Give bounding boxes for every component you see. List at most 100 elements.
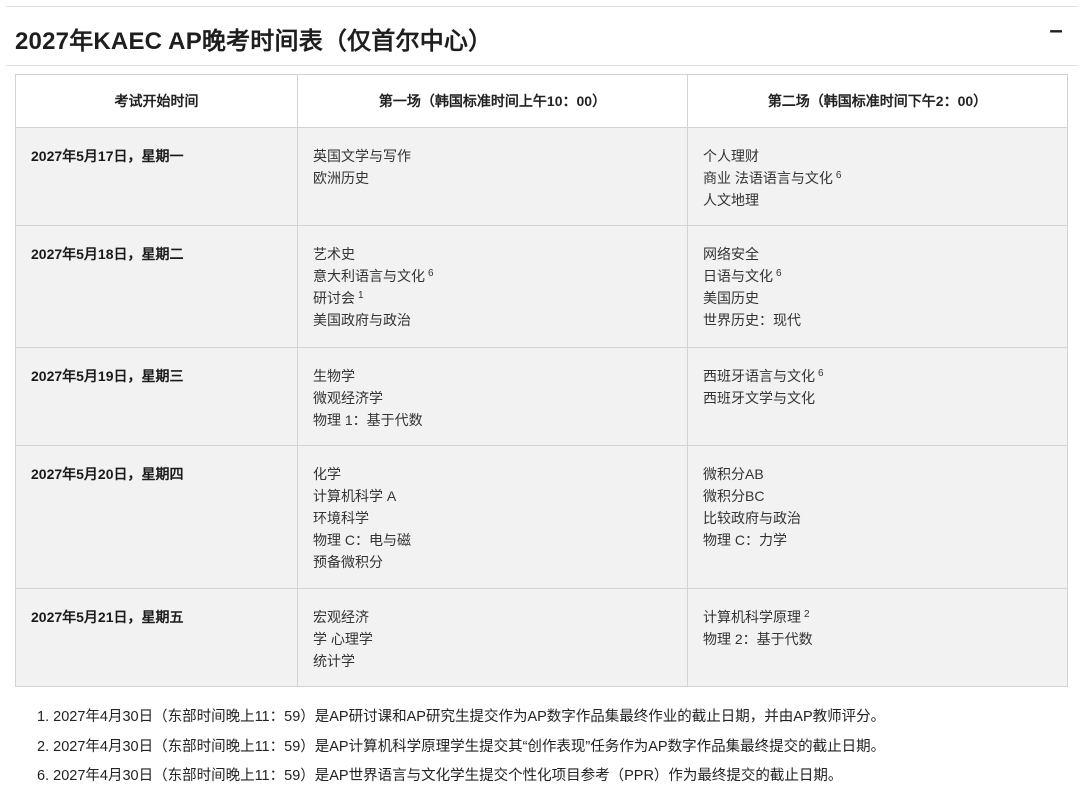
course-item: 学 心理学: [313, 628, 672, 650]
course-item: 美国政府与政治: [313, 309, 672, 331]
footnote-reference[interactable]: 6: [776, 268, 782, 279]
course-name: 比较政府与政治: [703, 510, 801, 526]
footnote-item: 1. 2027年4月30日（东部时间晚上11：59）是AP研讨课和AP研究生提交…: [37, 706, 885, 736]
session-1-cell: 艺术史 意大利语言与文化 6 研讨会 1 美国政府与政治: [297, 225, 688, 348]
footnote-number: 2.: [37, 738, 50, 755]
course-item: 研讨会 1: [313, 287, 672, 309]
course-name: 英国文学与写作: [313, 148, 411, 164]
page-title: 2027年KAEC AP晚考时间表（仅首尔中心）: [15, 28, 493, 55]
course-item: 比较政府与政治: [703, 507, 1052, 529]
footnote-number: 6.: [37, 768, 50, 784]
collapse-toggle-button[interactable]: –: [1046, 17, 1066, 45]
course-name: 日语与文化: [703, 268, 773, 284]
course-name: 物理 C：电与磁: [313, 532, 411, 548]
table-header-row: 考试开始时间 第一场（韩国标准时间上午10：00） 第二场（韩国标准时间下午2：…: [15, 74, 1068, 128]
course-name: 欧洲历史: [313, 170, 369, 186]
course-item: 生物学: [313, 365, 672, 387]
course-name: 预备微积分: [313, 554, 383, 570]
course-item: 微观经济学: [313, 387, 672, 409]
footnote-reference[interactable]: 6: [428, 268, 434, 279]
session-2-cell: 计算机科学原理 2 物理 2：基于代数: [687, 588, 1068, 687]
course-name: 个人理财: [703, 148, 759, 164]
session-2-cell: 网络安全日语与文化 6 美国历史世界历史：现代: [687, 225, 1068, 348]
course-name: 环境科学: [313, 510, 369, 526]
course-name: 世界历史：现代: [703, 312, 801, 328]
course-name: 西班牙语言与文化: [703, 368, 815, 384]
course-item: 网络安全: [703, 243, 1052, 265]
session-1-cell: 英国文学与写作 欧洲历史: [297, 127, 688, 226]
footnote-reference[interactable]: 1: [358, 290, 364, 301]
course-name: 研讨会: [313, 290, 355, 306]
course-name: 生物学: [313, 368, 355, 384]
course-name: 美国历史: [703, 290, 759, 306]
footnote-text: 2027年4月30日（东部时间晚上11：59）是AP计算机科学原理学生提交其“创…: [53, 738, 886, 755]
course-item: 微积分AB: [703, 463, 1052, 485]
exam-date-cell: 2027年5月19日，星期三: [15, 347, 298, 446]
course-name: 意大利语言与文化: [313, 268, 425, 284]
session-1-cell: 化学计算机科学 A 环境科学物理 C：电与磁 预备微积分: [297, 445, 688, 589]
course-name: 商业 法语语言与文化: [703, 170, 833, 186]
table-row: 2027年5月20日，星期四 化学 计算机科学 A 环境科学 物理 C：电与磁 预备微积分…: [15, 445, 1068, 589]
course-item: 人文地理: [703, 189, 1052, 211]
footnote-text: 2027年4月30日（东部时间晚上11：59）是AP研讨课和AP研究生提交作为A…: [53, 709, 886, 725]
table-row: 2027年5月19日，星期三 生物学 微观经济学 物理 1：基于代数 西班牙语言与文化 6…: [15, 347, 1068, 446]
column-header-session-1: 第一场（韩国标准时间上午10：00）: [297, 74, 688, 128]
footnotes-list: 1. 2027年4月30日（东部时间晚上11：59）是AP研讨课和AP研究生提交…: [37, 706, 885, 795]
footnote-item: 2. 2027年4月30日（东部时间晚上11：59）是AP计算机科学原理学生提交…: [37, 736, 885, 766]
footnote-reference[interactable]: 2: [804, 609, 810, 620]
course-item: 英国文学与写作: [313, 145, 672, 167]
session-1-cell: 宏观经济学 心理学统计学: [297, 588, 688, 687]
course-name: 化学: [313, 466, 341, 482]
course-item: 商业 法语语言与文化 6: [703, 167, 1052, 189]
course-item: 物理 1：基于代数: [313, 409, 672, 431]
course-item: 计算机科学原理 2: [703, 606, 1052, 628]
table-row: 2027年5月21日，星期五 宏观经济学 心理学 统计学 计算机科学原理 2 物理 2：基…: [15, 588, 1068, 687]
course-name: 艺术史: [313, 246, 355, 262]
course-item: 计算机科学 A: [313, 485, 672, 507]
course-name: 物理 C：力学: [703, 532, 787, 548]
session-2-cell: 个人理财商业 法语语言与文化 6 人文地理: [687, 127, 1068, 226]
course-item: 宏观经济: [313, 606, 672, 628]
course-name: 宏观经济: [313, 609, 369, 625]
course-name: 西班牙文学与文化: [703, 390, 815, 406]
course-item: 环境科学: [313, 507, 672, 529]
exam-date-cell: 2027年5月17日，星期一: [15, 127, 298, 226]
course-name: 学 心理学: [313, 631, 373, 647]
column-header-start-time: 考试开始时间: [15, 74, 298, 128]
course-item: 物理 C：电与磁: [313, 529, 672, 551]
course-item: 美国历史: [703, 287, 1052, 309]
session-2-cell: 西班牙语言与文化 6 西班牙文学与文化: [687, 347, 1068, 446]
course-name: 人文地理: [703, 192, 759, 208]
course-item: 日语与文化 6: [703, 265, 1052, 287]
course-item: 意大利语言与文化 6: [313, 265, 672, 287]
course-item: 化学: [313, 463, 672, 485]
course-item: 微积分BC: [703, 485, 1052, 507]
session-1-cell: 生物学微观经济学物理 1：基于代数: [297, 347, 688, 446]
course-item: 物理 C：力学: [703, 529, 1052, 551]
course-item: 欧洲历史: [313, 167, 672, 189]
exam-schedule-table: 考试开始时间 第一场（韩国标准时间上午10：00） 第二场（韩国标准时间下午2：…: [15, 74, 1068, 687]
course-name: 微观经济学: [313, 390, 383, 406]
course-item: 西班牙语言与文化 6: [703, 365, 1052, 387]
course-name: 物理 2：基于代数: [703, 631, 813, 647]
course-item: 物理 2：基于代数: [703, 628, 1052, 650]
course-name: 微积分AB: [703, 466, 764, 482]
course-name: 微积分BC: [703, 488, 765, 504]
schedule-panel-header: 2027年KAEC AP晚考时间表（仅首尔中心） –: [6, 6, 1078, 66]
course-item: 统计学: [313, 650, 672, 672]
course-item: 艺术史: [313, 243, 672, 265]
session-2-cell: 微积分AB 微积分BC 比较政府与政治 物理 C：力学: [687, 445, 1068, 589]
column-header-session-2: 第二场（韩国标准时间下午2：00）: [687, 74, 1068, 128]
course-item: 西班牙文学与文化: [703, 387, 1052, 409]
footnote-number: 1.: [37, 709, 50, 725]
course-name: 计算机科学 A: [313, 488, 397, 504]
table-row: 2027年5月17日，星期一 英国文学与写作 欧洲历史 个人理财 商业 法语语言与文化 6…: [15, 127, 1068, 226]
footnote-reference[interactable]: 6: [836, 170, 842, 181]
course-name: 美国政府与政治: [313, 312, 411, 328]
course-name: 网络安全: [703, 246, 759, 262]
footnote-reference[interactable]: 6: [818, 368, 824, 379]
course-item: 世界历史：现代: [703, 309, 1052, 331]
course-name: 计算机科学原理: [703, 609, 801, 625]
course-item: 预备微积分: [313, 551, 672, 573]
table-row: 2027年5月18日，星期二 艺术史 意大利语言与文化 6 研讨会 1 美国政府与政治 网络安…: [15, 225, 1068, 348]
